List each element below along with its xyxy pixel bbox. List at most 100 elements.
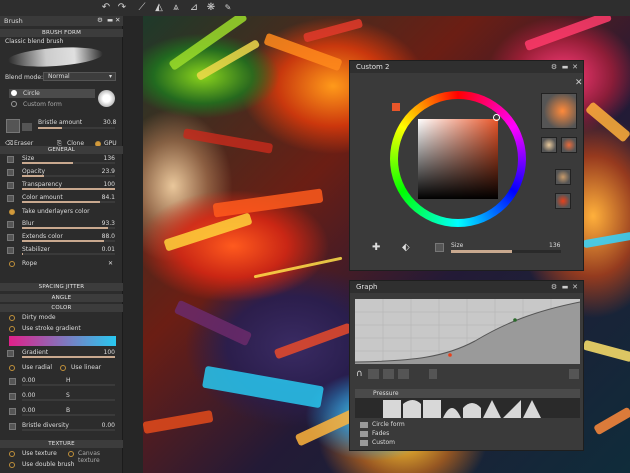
current-color-swatch[interactable] [392,103,400,111]
minimize-icon[interactable]: ▬ [107,16,113,24]
param-blur-row[interactable]: Blur 93.3 [0,219,123,230]
param-slider[interactable] [22,201,115,203]
curve-preset-3-icon[interactable] [383,369,394,379]
texture-header[interactable]: TEXTURE [0,440,123,448]
param-stabilizer-row[interactable]: Stabilizer 0.01 [0,245,123,256]
tools-icon[interactable]: ✕ [108,260,113,267]
symmetry-icon[interactable]: ⩓ [170,2,182,14]
brush-thumbnail-3[interactable] [561,137,577,153]
take-underlayers-radio[interactable] [9,209,15,215]
undo-icon[interactable]: ↶ [100,2,112,14]
brightness-slider[interactable] [22,414,115,416]
gradient-preview[interactable] [9,336,116,346]
brush-form-header[interactable]: BRUSH FORM [0,29,123,37]
brush-thumbnail-2[interactable] [541,137,557,153]
param-color-amount-row[interactable]: Color amount 84.1 [0,193,123,204]
tools-icon[interactable]: ✕ [575,78,583,88]
bristle-diversity-slider[interactable] [22,429,115,431]
size-slider[interactable] [451,250,561,253]
close-icon[interactable]: ✕ [571,283,579,291]
hue-row[interactable]: 0.00 H [0,376,123,387]
preset-strip[interactable] [355,398,580,418]
use-linear-radio[interactable] [60,365,66,371]
saturation-value-square[interactable] [418,119,498,199]
saturation-slider[interactable] [22,399,115,401]
mirror-icon[interactable]: ◭ [153,2,165,14]
brush-thumbnail-4[interactable] [555,169,571,185]
redo-icon[interactable]: ↷ [116,2,128,14]
curve-preset-1-icon[interactable]: ∩ [356,369,363,379]
mandala-icon[interactable]: ❋ [205,2,217,14]
minimize-icon[interactable]: ▬ [561,63,569,71]
use-linear-label[interactable]: Use linear [71,364,101,371]
spacing-jitter-header[interactable]: SPACING JITTER [0,283,123,291]
param-slider[interactable] [22,188,115,190]
param-opacity-row[interactable]: Opacity 23.9 [0,167,123,178]
close-icon[interactable]: ✕ [571,63,579,71]
bristle-diversity-row[interactable]: Bristle diversity 0.00 [0,421,123,432]
expand-icon[interactable] [569,369,579,379]
folder-label[interactable]: Custom [372,439,395,446]
form-circle-option[interactable]: Circle [9,89,95,98]
param-slider[interactable] [22,240,115,242]
gradient-row[interactable]: Gradient 100 [0,348,123,359]
hue-slider[interactable] [22,384,115,386]
gradient-slider[interactable] [22,356,115,358]
fill-icon[interactable]: ⬖ [402,242,410,253]
use-texture-radio[interactable] [9,451,15,457]
brush-icon[interactable]: ⟋ [136,2,148,14]
dirty-mode-label[interactable]: Dirty mode [22,314,56,321]
brush-thumbnail-1[interactable] [541,93,577,129]
brush-thumbnail-5[interactable] [555,193,571,209]
delete-icon[interactable] [429,369,437,379]
bristle-amount-slider[interactable] [38,127,115,129]
color-header[interactable]: COLOR [0,304,123,312]
take-underlayers-label[interactable]: Take underlayers color [22,208,90,215]
perspective-icon[interactable]: ⊿ [188,2,200,14]
use-radial-radio[interactable] [9,365,15,371]
use-texture-label[interactable]: Use texture [22,450,57,457]
param-slider[interactable] [22,227,115,229]
param-slider[interactable] [22,253,115,255]
eyedropper-icon[interactable]: ✚ [372,242,380,253]
close-icon[interactable]: ✕ [115,16,120,24]
double-brush-label[interactable]: Use double brush [22,461,74,468]
use-radial-label[interactable]: Use radial [22,364,52,371]
stroke-gradient-radio[interactable] [9,326,15,332]
settings-icon[interactable]: ⚙ [550,63,558,71]
dirty-mode-radio[interactable] [9,315,15,321]
pressure-curve-editor[interactable] [355,299,580,364]
double-brush-radio[interactable] [9,462,15,468]
form-custom-option[interactable]: Custom form [9,100,95,109]
curve-point[interactable] [513,318,517,322]
param-transparency-row[interactable]: Transparency 100 [0,180,123,191]
bristle-brush-icon[interactable] [6,119,20,133]
pen-icon[interactable]: ✎ [222,2,234,14]
bristle-square-icon[interactable] [22,123,32,131]
pressure-row[interactable]: Pressure [355,389,580,398]
param-extends-color-row[interactable]: Extends color 88.0 [0,232,123,243]
saturation-row[interactable]: 0.00 S [0,391,123,402]
general-header[interactable]: GENERAL [0,146,123,154]
rope-radio[interactable] [9,261,15,267]
curve-point[interactable] [448,353,452,357]
minimize-icon[interactable]: ▬ [561,283,569,291]
color-picker-handle[interactable] [493,114,500,121]
angle-header[interactable]: ANGLE [0,294,123,302]
stroke-gradient-label[interactable]: Use stroke gradient [22,325,81,332]
brightness-row[interactable]: 0.00 B [0,406,123,417]
curve-preset-4-icon[interactable] [398,369,409,379]
blend-mode-select[interactable]: Normal ▾ [43,72,116,81]
curve-preset-2-icon[interactable] [368,369,379,379]
folder-label[interactable]: Circle form [372,421,405,428]
param-slider[interactable] [22,162,115,164]
param-slider[interactable] [22,175,115,177]
canvas-texture-radio[interactable] [68,451,74,457]
folder-label[interactable]: Fades [372,430,389,437]
rope-label[interactable]: Rope [22,260,37,267]
param-size-row[interactable]: Size 136 [0,154,123,165]
panel-scroll-strip[interactable] [123,16,143,473]
settings-icon[interactable]: ⚙ [550,283,558,291]
canvas-texture-label[interactable]: Canvas texture [78,450,122,464]
settings-icon[interactable]: ⚙ [97,16,103,24]
